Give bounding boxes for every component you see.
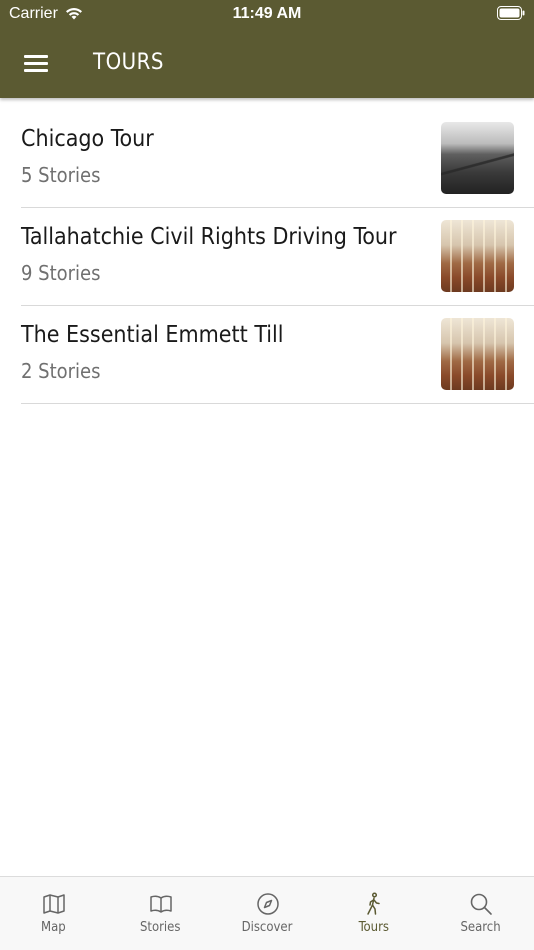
tab-label: Search — [460, 920, 501, 935]
battery-icon — [497, 6, 525, 20]
tour-title: Tallahatchie Civil Rights Driving Tour — [21, 224, 397, 250]
tour-title: Chicago Tour — [21, 126, 154, 152]
tour-row-chicago[interactable]: Chicago Tour 5 Stories — [21, 110, 534, 208]
walking-person-icon — [367, 892, 381, 915]
tab-label: Map — [41, 920, 66, 935]
tour-story-count: 9 Stories — [21, 261, 101, 285]
status-bar: Carrier 11:49 AM — [0, 0, 534, 28]
menu-button[interactable] — [18, 48, 54, 78]
hamburger-icon — [24, 55, 48, 58]
status-time: 11:49 AM — [232, 5, 302, 22]
search-icon — [470, 893, 492, 915]
tour-list: Chicago Tour 5 Stories Tallahatchie Civi… — [0, 110, 534, 404]
tab-stories[interactable]: Stories — [107, 877, 214, 950]
tab-discover[interactable]: Discover — [214, 877, 321, 950]
tab-label: Discover — [241, 920, 293, 935]
tour-story-count: 2 Stories — [21, 359, 101, 383]
compass-icon — [256, 893, 279, 915]
map-icon — [43, 894, 65, 914]
tour-row-emmett-till[interactable]: The Essential Emmett Till 2 Stories — [21, 306, 534, 404]
tour-thumbnail — [441, 318, 514, 390]
tour-thumbnail — [441, 220, 514, 292]
tab-bar: Map Stories Discover Tours Search — [0, 876, 534, 950]
tab-map[interactable]: Map — [0, 877, 107, 950]
tour-title: The Essential Emmett Till — [21, 322, 284, 348]
tour-story-count: 5 Stories — [21, 163, 101, 187]
tab-label: Tours — [358, 920, 389, 935]
tab-tours[interactable]: Tours — [320, 877, 427, 950]
header: Carrier 11:49 AM TOURS — [0, 0, 534, 98]
book-icon — [150, 895, 172, 913]
tour-thumbnail — [441, 122, 514, 194]
tab-search[interactable]: Search — [427, 877, 534, 950]
nav-bar: TOURS — [0, 28, 534, 98]
tour-row-tallahatchie[interactable]: Tallahatchie Civil Rights Driving Tour 9… — [21, 208, 534, 306]
page-title: TOURS — [93, 50, 164, 75]
tab-label: Stories — [139, 920, 181, 935]
